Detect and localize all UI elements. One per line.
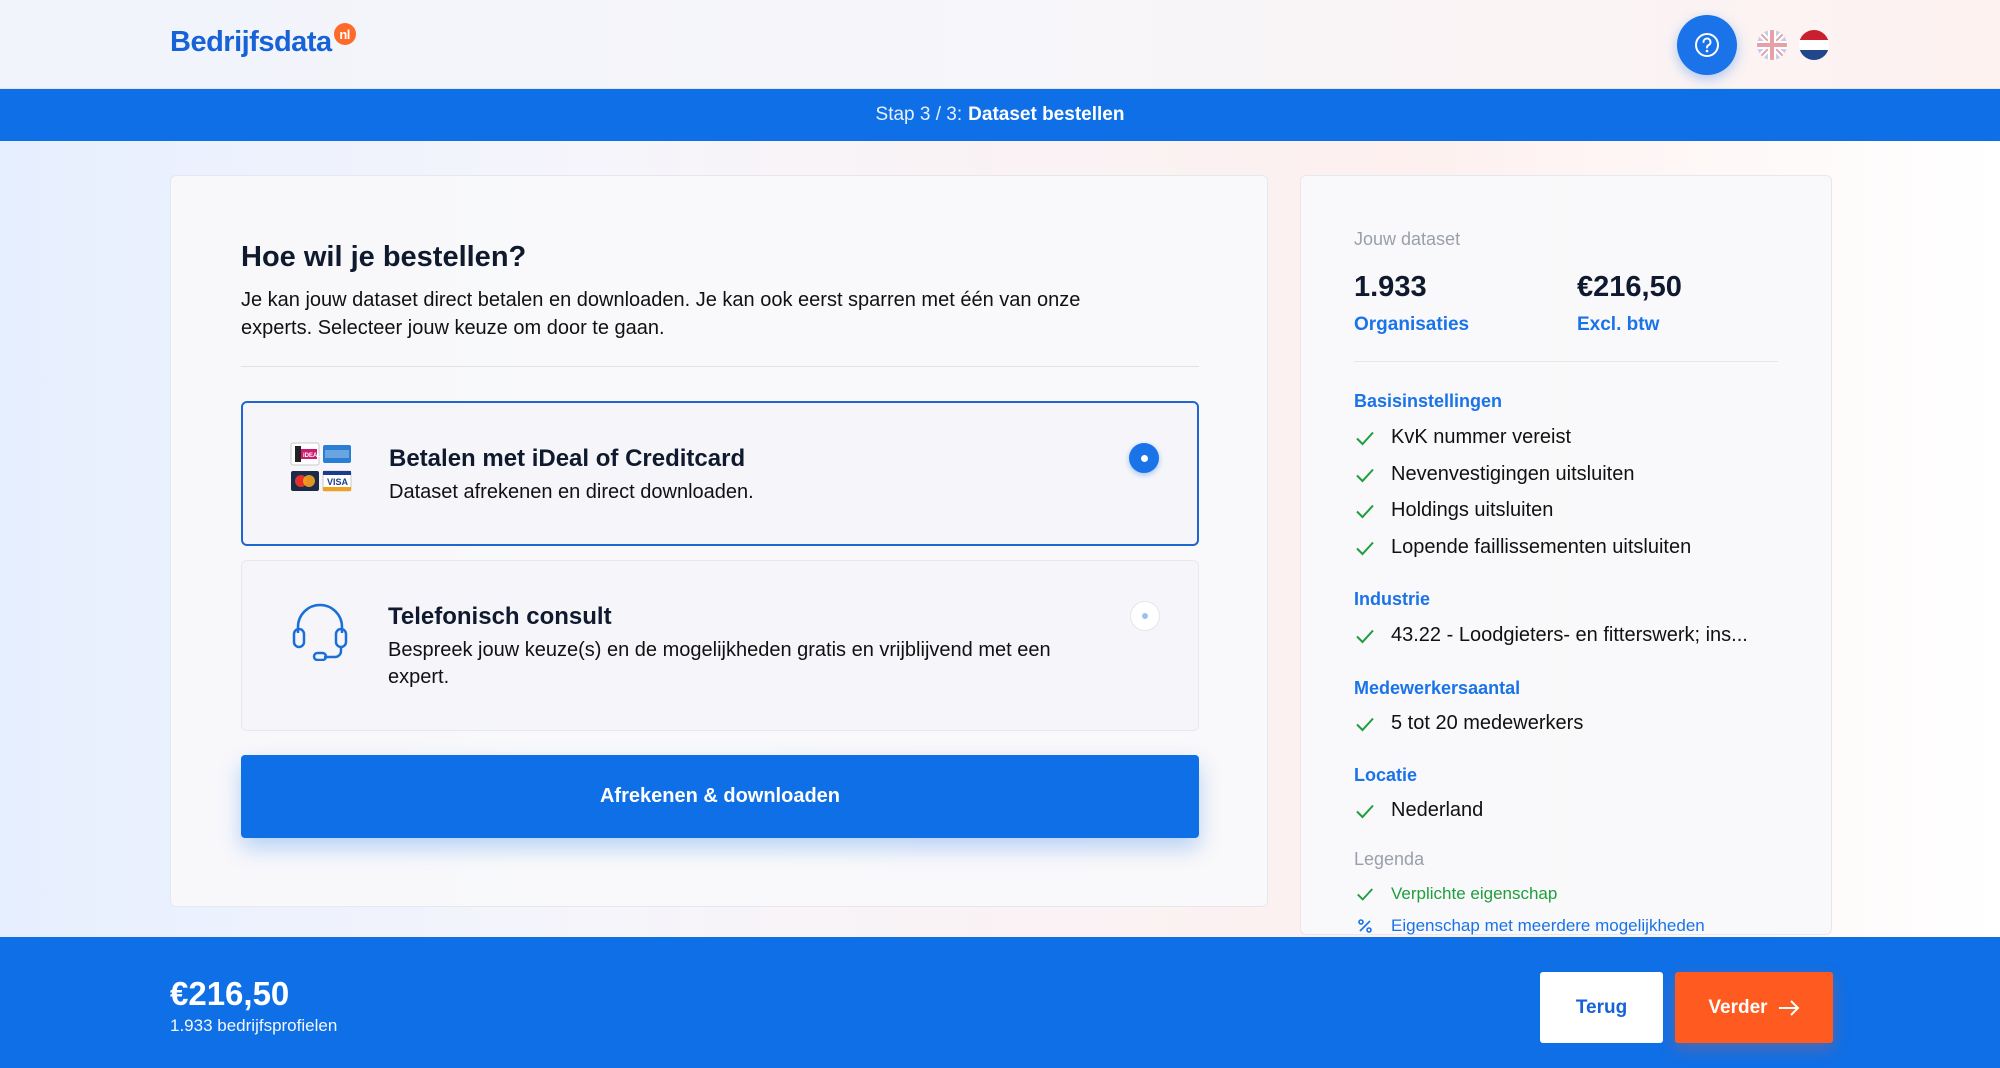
step-bar: Stap 3 / 3: Dataset bestellen	[0, 89, 2000, 141]
check-icon	[1354, 427, 1376, 449]
logo-text: Bedrijfsdata	[170, 26, 332, 58]
radio-dot	[1140, 454, 1148, 462]
next-button[interactable]: Verder	[1675, 972, 1833, 1043]
step-title: Dataset bestellen	[968, 104, 1125, 125]
percent-icon	[1354, 916, 1376, 936]
employee-count-item: 5 tot 20 medewerkers	[1354, 712, 1583, 735]
setting-label: Holdings uitsluiten	[1391, 499, 1554, 521]
page-description: Je kan jouw dataset direct betalen en do…	[241, 289, 1081, 339]
step-counter: Stap 3 / 3:	[875, 104, 963, 125]
help-button[interactable]	[1677, 15, 1737, 75]
radio-selected[interactable]	[1129, 443, 1159, 473]
check-icon	[1354, 537, 1376, 559]
question-icon	[1695, 33, 1719, 57]
setting-item: KvK nummer vereist	[1354, 426, 1571, 449]
industry-label: 43.22 - Loodgieters- en fitterswerk; ins…	[1391, 624, 1748, 646]
check-icon	[1354, 625, 1376, 647]
organisations-count: 1.933	[1354, 271, 1427, 303]
setting-item: Nevenvestigingen uitsluiten	[1354, 463, 1635, 486]
setting-label: KvK nummer vereist	[1391, 426, 1572, 448]
header: Bedrijfsdata nl	[0, 0, 2000, 89]
page-title: Hoe wil je bestellen?	[241, 241, 527, 273]
summary-heading: Jouw dataset	[1354, 229, 1461, 249]
footer-bar: €216,50 1.933 bedrijfsprofielen Terug Ve…	[0, 937, 2000, 1068]
next-button-label: Verder	[1708, 996, 1768, 1018]
check-icon	[1354, 713, 1376, 735]
check-icon	[1354, 500, 1376, 522]
footer-total-price: €216,50	[170, 975, 290, 1012]
uk-flag-icon[interactable]	[1757, 30, 1787, 60]
industry-item: 43.22 - Loodgieters- en fitterswerk; ins…	[1354, 624, 1748, 647]
legend-item: Verplichte eigenschap	[1354, 884, 1557, 904]
check-icon	[1354, 884, 1376, 904]
logo[interactable]: Bedrijfsdata nl	[170, 23, 356, 59]
location-item: Nederland	[1354, 799, 1483, 822]
logo-badge: nl	[333, 23, 356, 45]
section-industry: Industrie	[1354, 589, 1431, 609]
payment-methods-icon: iDEAL VISA	[289, 441, 353, 502]
employee-count-label: 5 tot 20 medewerkers	[1391, 712, 1584, 734]
arrow-right-icon	[1778, 999, 1800, 1016]
checkout-download-button[interactable]: Afrekenen & downloaden	[241, 755, 1199, 838]
svg-text:VISA: VISA	[327, 477, 349, 487]
option-title: Telefonisch consult	[388, 603, 612, 630]
dataset-summary: Jouw dataset 1.933 Organisaties €216,50 …	[1300, 175, 1832, 935]
svg-text:iDEAL: iDEAL	[303, 453, 321, 459]
legend-label: Verplichte eigenschap	[1391, 884, 1558, 903]
headset-icon	[288, 599, 352, 666]
setting-label: Nevenvestigingen uitsluiten	[1391, 463, 1635, 485]
check-icon	[1354, 800, 1376, 822]
divider	[241, 366, 1199, 367]
footer-profile-count: 1.933 bedrijfsprofielen	[170, 1016, 338, 1035]
option-description: Dataset afrekenen en direct downloaden.	[389, 481, 754, 503]
price-label: Excl. btw	[1577, 314, 1660, 335]
section-employee-count: Medewerkersaantal	[1354, 678, 1521, 698]
setting-label: Lopende faillissementen uitsluiten	[1391, 536, 1692, 558]
organisations-label: Organisaties	[1354, 314, 1470, 335]
setting-item: Lopende faillissementen uitsluiten	[1354, 536, 1691, 559]
option-pay-online[interactable]: iDEAL VISA Betalen met iDeal of Creditca…	[241, 401, 1199, 546]
legend-label: Eigenschap met meerdere mogelijkheden	[1391, 916, 1705, 935]
check-icon	[1354, 464, 1376, 486]
back-button[interactable]: Terug	[1540, 972, 1663, 1043]
option-description: Bespreek jouw keuze(s) en de mogelijkhed…	[388, 639, 1051, 688]
section-basic-settings: Basisinstellingen	[1354, 391, 1503, 411]
option-title: Betalen met iDeal of Creditcard	[389, 445, 746, 472]
nl-flag-icon[interactable]	[1799, 30, 1829, 60]
radio-dot	[1142, 613, 1148, 619]
section-location: Locatie	[1354, 765, 1418, 785]
legend-title: Legenda	[1354, 849, 1425, 869]
price-value: €216,50	[1577, 271, 1682, 303]
location-label: Nederland	[1391, 799, 1484, 821]
legend-item: Eigenschap met meerdere mogelijkheden	[1354, 916, 1705, 936]
radio-unselected[interactable]	[1130, 601, 1160, 631]
divider	[1354, 361, 1778, 362]
setting-item: Holdings uitsluiten	[1354, 499, 1553, 522]
order-method-card: Hoe wil je bestellen? Je kan jouw datase…	[170, 175, 1268, 907]
option-phone-consult[interactable]: Telefonisch consult Bespreek jouw keuze(…	[241, 560, 1199, 731]
